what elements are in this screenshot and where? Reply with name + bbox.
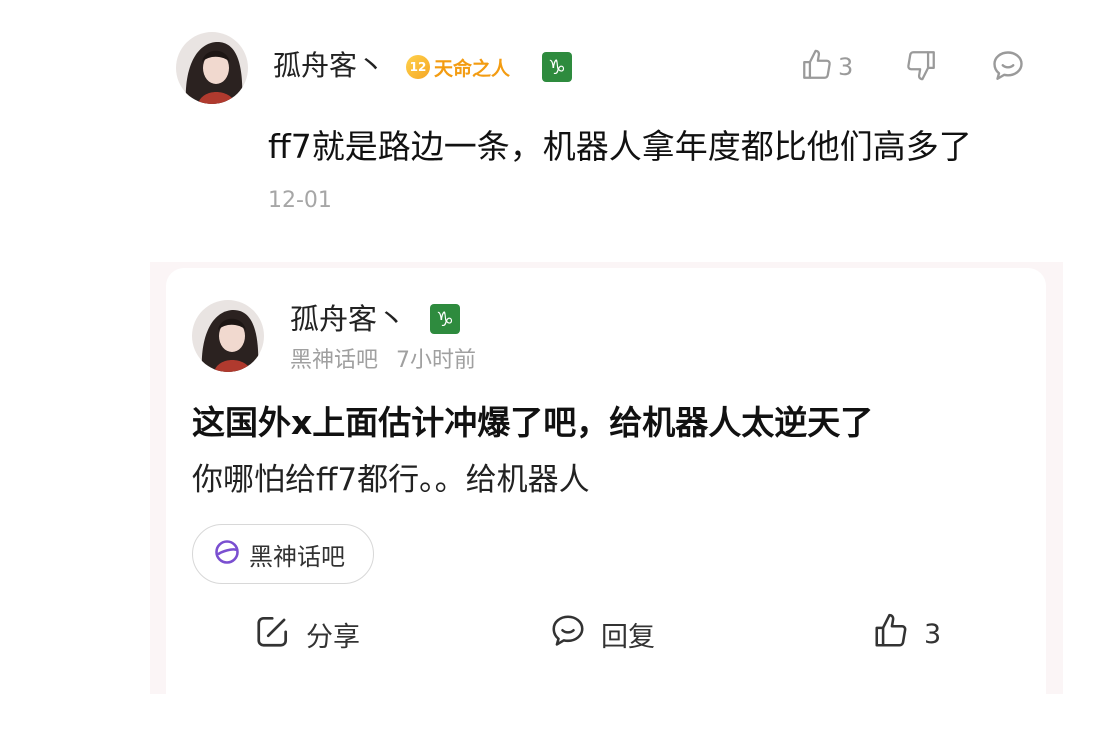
comment-bubble-icon bbox=[549, 612, 587, 657]
like-count: 3 bbox=[838, 53, 854, 81]
comment-username[interactable]: 孤舟客丶 bbox=[273, 48, 385, 84]
reply-button[interactable]: 回复 bbox=[549, 612, 655, 657]
comment-date: 12-01 bbox=[268, 188, 332, 213]
zodiac-badge: ♑ bbox=[430, 304, 460, 334]
like-count: 3 bbox=[924, 619, 942, 650]
thumbs-up-icon bbox=[872, 612, 910, 657]
post-title[interactable]: 这国外x上面估计冲爆了吧，给机器人太逆天了 bbox=[192, 400, 873, 446]
level-title: 天命之人 bbox=[434, 57, 511, 80]
thumbs-up-icon bbox=[800, 48, 834, 86]
share-button[interactable]: 分享 bbox=[254, 612, 360, 657]
level-number: 12 bbox=[406, 55, 430, 79]
post-time: 7小时前 bbox=[396, 348, 477, 373]
forum-tag-label: 黑神话吧 bbox=[249, 542, 345, 571]
thumbs-down-icon bbox=[904, 48, 938, 86]
forum-tag-button[interactable]: 黑神话吧 bbox=[192, 524, 374, 584]
reply-label: 回复 bbox=[601, 622, 655, 653]
post-body: 你哪怕给ff7都行。。给机器人 bbox=[192, 462, 590, 498]
share-arrow-icon bbox=[254, 612, 292, 657]
reply-button[interactable] bbox=[990, 48, 1026, 88]
comment-bubble-icon bbox=[990, 48, 1026, 88]
forum-planet-icon bbox=[213, 538, 241, 570]
dislike-button[interactable] bbox=[904, 48, 938, 86]
post-meta: 黑神话吧 7小时前 bbox=[290, 346, 476, 376]
avatar[interactable] bbox=[192, 300, 264, 372]
share-label: 分享 bbox=[306, 622, 360, 653]
avatar[interactable] bbox=[176, 32, 248, 104]
like-button[interactable]: 3 bbox=[872, 612, 941, 657]
screenshot-page: 孤舟客丶 12 天命之人 ♑ 3 ff7就是路边一条，机器人拿年度都比他们高多了… bbox=[0, 0, 1096, 730]
zodiac-badge: ♑ bbox=[542, 52, 572, 82]
comment-text: ff7就是路边一条，机器人拿年度都比他们高多了 bbox=[268, 127, 972, 166]
like-button[interactable]: 3 bbox=[800, 48, 853, 86]
post-username[interactable]: 孤舟客丶 bbox=[290, 300, 406, 338]
level-badge: 12 天命之人 bbox=[406, 53, 510, 81]
post-forum[interactable]: 黑神话吧 bbox=[290, 348, 378, 373]
